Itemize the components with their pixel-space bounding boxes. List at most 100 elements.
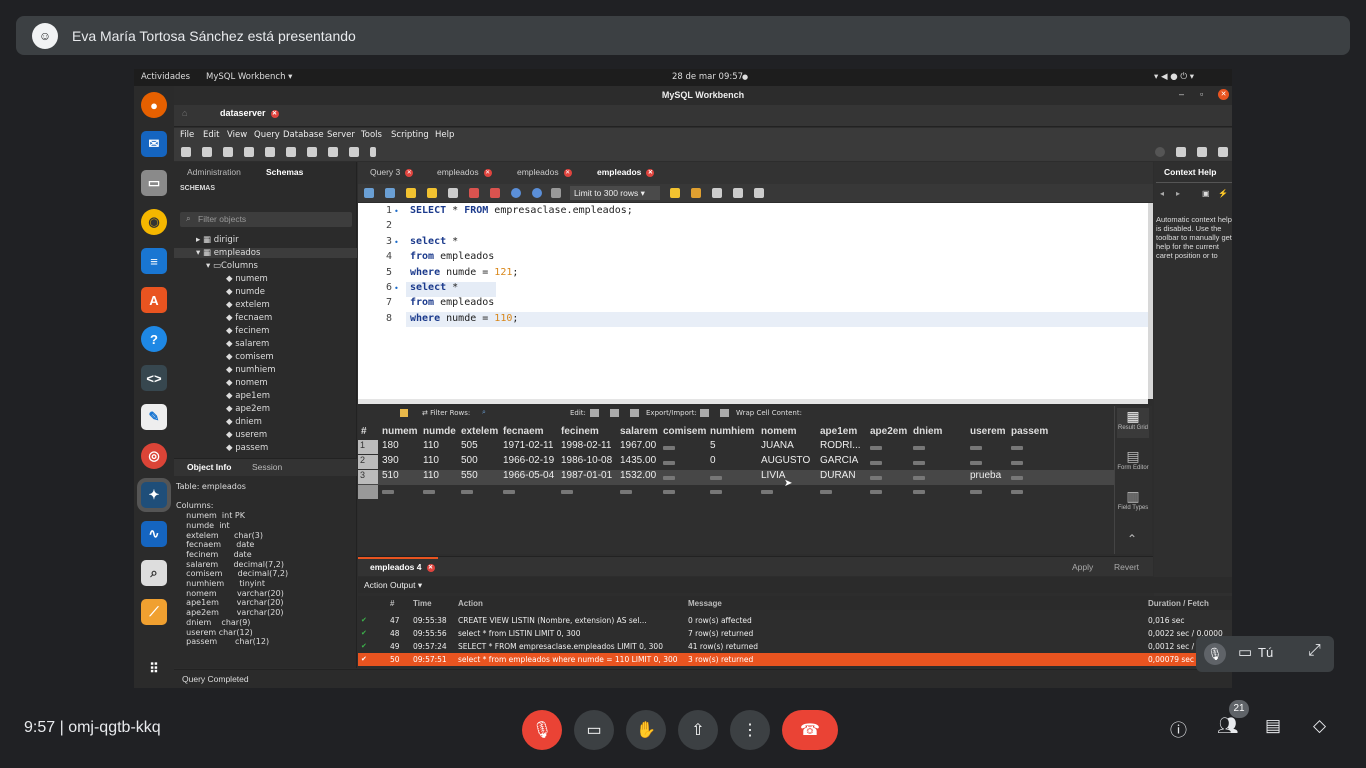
form-editor-button[interactable]: ▤ Form Editor [1117,448,1149,478]
tab-empleados-active[interactable]: empleados ✕ [597,167,655,177]
menu-edit[interactable]: Edit [203,130,219,140]
cell[interactable]: GARCIA [820,455,858,466]
chrome-icon[interactable]: ◎ [141,443,167,469]
filter-objects-input[interactable]: ⌕ Filter objects [180,212,352,227]
column-header[interactable]: Message [688,599,722,608]
table-row-new[interactable] [358,485,1114,499]
cell[interactable]: LIVIA [761,470,785,481]
output-row[interactable]: ✔ 49 09:57:24 SELECT * FROM empresaclase.e… [358,640,1232,653]
close-tab-icon[interactable]: ✕ [646,168,655,177]
camera-button[interactable]: ▭ [574,710,614,750]
tree-item-dirigir[interactable]: ▸ ▦ dirigir [196,235,239,245]
rollback-icon[interactable] [532,188,542,198]
text-editor-icon[interactable]: ✎ [141,404,167,430]
open-sql-icon[interactable] [202,147,212,157]
tree-item-columns[interactable]: ▾ ▭Columns [206,261,258,271]
toggle-output-icon[interactable] [1197,147,1207,157]
column-header[interactable]: extelem [461,426,498,437]
tab-session[interactable]: Session [252,462,282,472]
maximize-icon[interactable]: ▫ [1200,89,1203,99]
show-apps-icon[interactable]: ⠿ [141,656,167,682]
cell[interactable]: 1966-05-04 [503,470,554,481]
files-icon[interactable]: ▭ [141,170,167,196]
create-procedure-icon[interactable] [307,147,317,157]
app-menu[interactable]: MySQL Workbench ▾ [206,72,292,82]
column-header[interactable]: Time [413,599,432,608]
column-item[interactable]: ◆ salarem [226,339,269,349]
column-header[interactable]: numhiem [710,426,754,437]
column-item[interactable]: ◆ ape1em [226,391,270,401]
new-sql-tab-icon[interactable] [181,147,191,157]
edit-row-icon[interactable] [590,409,599,417]
result-tab[interactable]: empleados 4 ✕ [370,562,435,572]
column-header[interactable]: numde [423,426,456,437]
app-icon[interactable]: ⟋ [141,599,167,625]
column-header[interactable]: comisem [663,426,706,437]
column-item[interactable]: ◆ fecinem [226,326,269,336]
people-icon[interactable]: 👥︎ [1217,716,1239,736]
table-row-selected[interactable]: 3 510 110 550 1966-05-04 1987-01-01 1532… [358,470,1114,485]
chevron-updown-icon[interactable]: ⌃ [1127,532,1137,546]
cell[interactable]: 1532.00 [620,470,656,481]
system-tray-icon[interactable]: ▾ ◀ ● ⏻ ▾ [1154,72,1194,82]
info-icon[interactable]: ⓘ [1170,716,1187,741]
more-options-button[interactable]: ⋮ [730,710,770,750]
column-item[interactable]: ◆ numhiem [226,365,276,375]
cell[interactable]: 1998-02-11 [561,440,611,451]
output-row[interactable]: ✔ 47 09:55:38 CREATE VIEW LISTIN (Nombre, … [358,614,1232,627]
tab-query-3[interactable]: Query 3 ✕ [370,167,414,177]
close-tab-icon[interactable]: ✕ [563,168,572,177]
tab-schemas[interactable]: Schemas [266,167,303,177]
column-header[interactable]: ape1em [820,426,857,437]
column-item[interactable]: ◆ comisem [226,352,274,362]
table-row[interactable]: 1 180 110 505 1971-02-11 1998-02-11 1967… [358,440,1114,455]
thunderbird-icon[interactable]: ✉ [141,131,167,157]
cell[interactable]: 1987-01-01 [561,470,612,481]
editor-scrollbar[interactable] [1148,203,1153,399]
code-editor-icon[interactable]: <> [141,365,167,391]
expand-icon[interactable]: ⤢ [1308,642,1321,660]
menu-server[interactable]: Server [327,130,355,140]
menu-database[interactable]: Database [283,130,324,140]
wrap-lines-icon[interactable] [754,188,764,198]
forward-icon[interactable]: ▸ [1176,189,1180,198]
inspector-icon[interactable] [223,147,233,157]
auto-help-icon[interactable]: ⚡ [1218,189,1228,198]
cell[interactable]: 500 [461,455,478,466]
commit-icon[interactable] [511,188,521,198]
limit-rows-select[interactable]: Limit to 300 rows ▾ [570,186,660,200]
column-header[interactable]: numem [382,426,418,437]
field-types-button[interactable]: ▥ Field Types [1117,488,1149,518]
manual-help-icon[interactable]: ▣ [1202,189,1210,198]
column-item[interactable]: ◆ ape2em [226,404,270,414]
menu-query[interactable]: Query [254,130,280,140]
activities-icon[interactable]: ◇ [1313,716,1326,736]
cell[interactable]: 1966-02-19 [503,455,554,466]
writer-icon[interactable]: ≡ [141,248,167,274]
cell[interactable]: 550 [461,470,478,481]
mic-off-icon[interactable]: 🎙︎ [1204,643,1226,665]
toggle-sidebar-icon[interactable] [1176,147,1186,157]
cell[interactable]: 110 [423,440,439,451]
table-row[interactable]: 2 390 110 500 1966-02-19 1986-10-08 1435… [358,455,1114,470]
result-grid-button[interactable]: ▦ Result Grid [1117,408,1149,438]
present-button[interactable]: ⇧ [678,710,718,750]
cell[interactable]: prueba [970,470,1001,481]
execute-icon[interactable] [406,188,416,198]
column-item[interactable]: ◆ passem [226,443,268,453]
tab-empleados[interactable]: empleados ✕ [437,167,492,177]
system-monitor-icon[interactable]: ∿ [141,521,167,547]
column-header[interactable]: Action [458,599,483,608]
tab-administration[interactable]: Administration [187,167,241,177]
find-icon[interactable] [712,188,722,198]
cell[interactable]: 510 [382,470,399,481]
grid-icon[interactable] [400,409,408,417]
settings-icon[interactable] [1155,147,1165,157]
output-row[interactable]: ✔ 48 09:55:56 select * from LISTIN LIMIT 0… [358,627,1232,640]
autocommit-icon[interactable] [551,188,561,198]
add-snippet-icon[interactable] [670,188,680,198]
stop-icon[interactable] [469,188,479,198]
create-table-icon[interactable] [265,147,275,157]
cell[interactable]: AUGUSTO [761,455,810,466]
delete-row-icon[interactable] [630,409,639,417]
